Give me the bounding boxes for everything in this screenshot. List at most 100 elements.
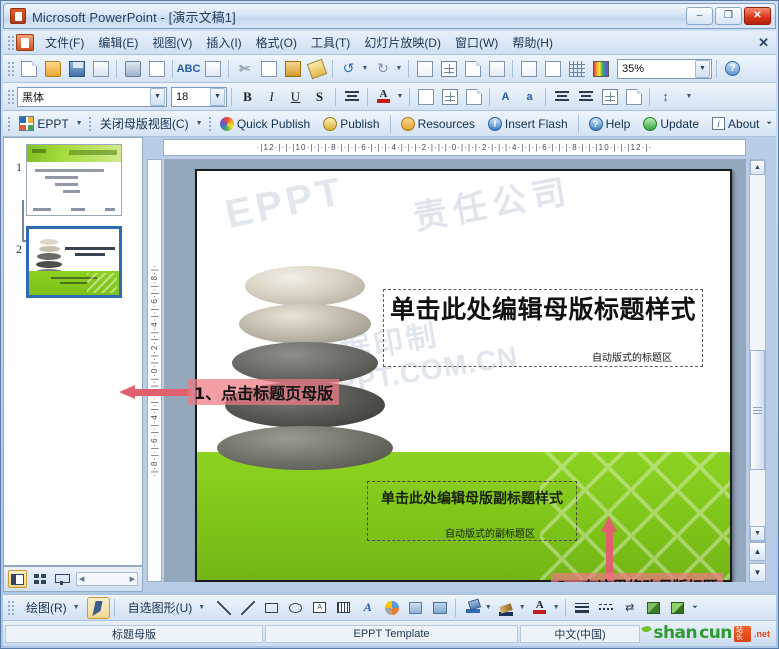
redo-dropdown[interactable]: ▼ <box>395 58 404 80</box>
picture-button[interactable] <box>428 597 451 619</box>
menu-insert[interactable]: 插入(I) <box>199 31 248 54</box>
draw-menu-button[interactable]: 绘图(R) ▼ <box>17 596 86 619</box>
font-color-draw-dropdown[interactable]: ▼ <box>552 597 561 619</box>
copy-button[interactable] <box>257 58 280 80</box>
arrow-style-button[interactable]: ⇄ <box>618 597 641 619</box>
show-grid-button[interactable] <box>565 58 588 80</box>
research-button[interactable] <box>201 58 224 80</box>
slide-design-button[interactable] <box>541 58 564 80</box>
menu-format[interactable]: 格式(O) <box>249 31 304 54</box>
slide-canvas[interactable]: EPPT 责任公司 票据印制 EPPT.COM.CN 汇聚 单击此处编辑母版标题… <box>195 169 732 582</box>
font-color-draw-button[interactable]: A <box>528 597 551 619</box>
panel-horizontal-scrollbar[interactable]: ◀ ▶ <box>76 572 138 586</box>
help-button[interactable]: ? <box>721 58 744 80</box>
scroll-up-button[interactable]: ▲ <box>750 160 765 175</box>
autoshapes-menu-button[interactable]: 自选图形(U) ▼ <box>119 596 212 619</box>
menu-window[interactable]: 窗口(W) <box>448 31 505 54</box>
oval-button[interactable] <box>284 597 307 619</box>
previous-slide-button[interactable]: ▲ <box>749 542 766 561</box>
shadow-style-button[interactable] <box>642 597 665 619</box>
eppt-toolbar-grip[interactable] <box>6 114 11 133</box>
quick-publish-button[interactable]: Quick Publish <box>214 114 316 134</box>
line-color-button[interactable] <box>494 597 517 619</box>
rectangle-button[interactable] <box>260 597 283 619</box>
eppt-menu-button[interactable]: EPPT <box>13 113 74 134</box>
paste-button[interactable] <box>281 58 304 80</box>
demote-button[interactable] <box>622 86 645 108</box>
more-format-button[interactable]: ▼ <box>678 86 701 108</box>
wordart-button[interactable]: A <box>356 597 379 619</box>
publish-button[interactable]: Publish <box>317 114 385 134</box>
open-button[interactable] <box>41 58 64 80</box>
insert-flash-button[interactable]: f Insert Flash <box>482 114 574 134</box>
color-scheme-button[interactable] <box>589 58 612 80</box>
slideshow-button[interactable] <box>52 570 71 588</box>
slide-layout-button[interactable] <box>414 86 437 108</box>
menu-slideshow[interactable]: 幻灯片放映(D) <box>357 31 448 54</box>
close-button[interactable]: ✕ <box>744 7 771 25</box>
font-size-combo[interactable]: 18 ▼ <box>171 86 227 107</box>
undo-dropdown[interactable]: ▼ <box>361 58 370 80</box>
italic-button[interactable]: I <box>260 86 283 108</box>
formatting-toolbar-grip[interactable] <box>6 87 14 106</box>
drawing-overflow-icon[interactable]: ⏷ <box>692 604 698 612</box>
new-slide-button[interactable] <box>517 58 540 80</box>
arrow-button[interactable] <box>236 597 259 619</box>
chevron-down-icon[interactable]: ▼ <box>196 120 203 127</box>
drawing-toolbar-grip[interactable] <box>6 598 14 617</box>
slide-edit-area[interactable]: EPPT 责任公司 票据印制 EPPT.COM.CN 汇聚 单击此处编辑母版标题… <box>164 159 746 582</box>
font-name-dropdown-arrow[interactable]: ▼ <box>150 87 165 106</box>
zoom-dropdown-arrow[interactable]: ▼ <box>695 59 710 78</box>
slide-sorter-button[interactable] <box>30 570 49 588</box>
insert-diagram-button[interactable] <box>461 58 484 80</box>
menu-view[interactable]: 视图(V) <box>145 31 199 54</box>
close-master-view-button[interactable]: 关闭母版视图(C) <box>94 112 195 135</box>
resources-button[interactable]: Resources <box>395 114 481 134</box>
eppt-help-button[interactable]: ? Help <box>583 114 637 134</box>
stacked-stones-image[interactable] <box>215 266 395 470</box>
font-color-dropdown[interactable]: ▼ <box>396 86 405 108</box>
eppt-overflow-icon[interactable]: ⏷ <box>766 120 772 128</box>
vertical-text-box-button[interactable] <box>332 597 355 619</box>
slide-thumbnail-1[interactable] <box>26 144 122 216</box>
minimize-button[interactable]: – <box>686 7 713 25</box>
cut-button[interactable]: ✄ <box>233 58 256 80</box>
menu-grip-handle[interactable] <box>6 33 14 52</box>
insert-clipart-button[interactable] <box>485 58 508 80</box>
close-document-icon[interactable]: ✕ <box>758 35 769 51</box>
3d-style-button[interactable] <box>666 597 689 619</box>
align-center-button[interactable] <box>340 86 363 108</box>
about-button[interactable]: i About <box>706 114 765 134</box>
select-objects-button[interactable] <box>86 596 110 619</box>
chevron-down-icon[interactable]: ▼ <box>76 120 83 127</box>
font-size-dropdown-arrow[interactable]: ▼ <box>210 87 225 106</box>
decrease-font-button[interactable]: a <box>518 86 541 108</box>
font-name-combo[interactable]: 黑体 ▼ <box>17 86 167 107</box>
spell-check-button[interactable]: ABC <box>177 58 201 80</box>
scroll-left-icon[interactable]: ◀ <box>79 575 84 583</box>
print-preview-button[interactable] <box>145 58 168 80</box>
eppt-publish-grip[interactable] <box>206 114 211 133</box>
promote-button[interactable] <box>598 86 621 108</box>
vertical-scrollbar[interactable]: ▲ ▼ <box>749 159 766 542</box>
menu-help[interactable]: 帮助(H) <box>505 31 560 54</box>
font-color-button[interactable]: A <box>372 86 395 108</box>
line-spacing-button[interactable]: ↕ <box>654 86 677 108</box>
menu-tools[interactable]: 工具(T) <box>304 31 357 54</box>
standard-toolbar-grip[interactable] <box>6 59 14 78</box>
save-button[interactable] <box>65 58 88 80</box>
fill-color-button[interactable] <box>460 597 483 619</box>
menu-edit[interactable]: 编辑(E) <box>91 31 145 54</box>
line-color-dropdown[interactable]: ▼ <box>518 597 527 619</box>
fill-color-dropdown[interactable]: ▼ <box>484 597 493 619</box>
maximize-button[interactable]: ❐ <box>715 7 742 25</box>
diagram-button[interactable] <box>380 597 403 619</box>
undo-button[interactable]: ↺ <box>337 58 360 80</box>
slide-design2-button[interactable] <box>438 86 461 108</box>
next-slide-button[interactable]: ▼ <box>749 563 766 582</box>
scroll-right-icon[interactable]: ▶ <box>130 575 135 583</box>
normal-view-button[interactable] <box>8 570 27 588</box>
zoom-combo[interactable]: 35% ▼ <box>617 58 712 79</box>
dash-style-button[interactable] <box>594 597 617 619</box>
format-painter-button[interactable] <box>305 58 328 80</box>
